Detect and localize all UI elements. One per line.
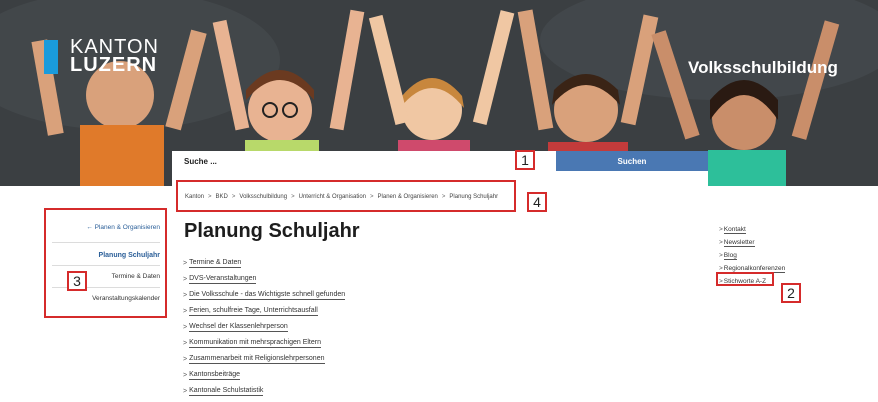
search-bar: Suche ... Suchen <box>172 151 708 171</box>
annotation-number-4: 4 <box>527 192 547 212</box>
search-button[interactable]: Suchen <box>556 151 708 171</box>
chevron-right-icon: > <box>183 387 188 395</box>
link-volksschule[interactable]: Die Volksschule - das Wichtigste schnell… <box>189 291 346 300</box>
chevron-right-icon: > <box>719 239 723 246</box>
list-item[interactable]: > Blog <box>719 249 785 262</box>
chevron-right-icon: > <box>183 275 188 283</box>
list-item[interactable]: > Kantonsbeiträge <box>183 367 345 383</box>
link-zusammenarbeit[interactable]: Zusammenarbeit mit Religionslehrpersonen <box>189 355 325 364</box>
list-item[interactable]: > Die Volksschule - das Wichtigste schnel… <box>183 287 346 303</box>
list-item[interactable]: > Termine & Daten <box>183 255 345 271</box>
list-item[interactable]: > Newsletter <box>719 236 785 249</box>
link-ferien[interactable]: Ferien, schulfreie Tage, Unterrichtsausf… <box>189 307 318 316</box>
annotation-box-stichworte <box>716 272 774 286</box>
logo-line2: LUZERN <box>70 54 158 76</box>
annotation-box-leftnav <box>44 208 167 318</box>
chevron-right-icon: > <box>719 252 723 259</box>
list-item[interactable]: > Kommunikation mit mehrsprachigen Eltern <box>183 335 345 351</box>
list-item[interactable]: > Ferien, schulfreie Tage, Unterrichtsaus… <box>183 303 345 319</box>
link-kantonsbeitraege[interactable]: Kantonsbeiträge <box>189 371 241 380</box>
annotation-number-3: 3 <box>67 271 87 291</box>
link-kontakt[interactable]: Kontakt <box>723 226 746 234</box>
list-item[interactable]: > Kontakt <box>719 223 785 236</box>
chevron-right-icon: > <box>183 371 188 379</box>
page-title: Planung Schuljahr <box>184 220 360 242</box>
list-item[interactable]: > Zusammenarbeit mit Religionslehrpersone… <box>183 351 345 367</box>
page: KANTON LUZERN Volksschulbildung Suche ..… <box>0 0 878 402</box>
annotation-box-breadcrumb <box>176 180 516 212</box>
chevron-right-icon: > <box>183 323 188 331</box>
content-link-list: > Termine & Daten > DVS-Veranstaltungen > D… <box>183 255 346 399</box>
link-termine[interactable]: Termine & Daten <box>189 259 242 268</box>
annotation-number-2: 2 <box>781 283 801 303</box>
annotation-number-1: 1 <box>515 150 535 170</box>
link-wechsel[interactable]: Wechsel der Klassenlehrperson <box>189 323 288 332</box>
link-dvs[interactable]: DVS-Veranstaltungen <box>189 275 257 284</box>
list-item[interactable]: > Kantonale Schulstatistik <box>183 383 345 399</box>
chevron-right-icon: > <box>183 355 188 363</box>
link-kommunikation[interactable]: Kommunikation mit mehrsprachigen Eltern <box>189 339 321 348</box>
search-input[interactable]: Suche ... <box>172 151 552 171</box>
link-schulstatistik[interactable]: Kantonale Schulstatistik <box>189 387 264 396</box>
chevron-right-icon: > <box>183 259 188 267</box>
chevron-right-icon: > <box>719 265 723 272</box>
link-blog[interactable]: Blog <box>723 252 737 260</box>
site-title: Volksschulbildung <box>688 58 838 77</box>
chevron-right-icon: > <box>183 291 188 299</box>
list-item[interactable]: > DVS-Veranstaltungen <box>183 271 345 287</box>
link-newsletter[interactable]: Newsletter <box>723 239 755 247</box>
kanton-luzern-logo[interactable]: KANTON LUZERN <box>44 37 159 76</box>
chevron-right-icon: > <box>183 307 188 315</box>
chevron-right-icon: > <box>183 339 188 347</box>
list-item[interactable]: > Wechsel der Klassenlehrperson <box>183 319 345 335</box>
chevron-right-icon: > <box>719 226 723 233</box>
logo-mark-icon <box>44 40 58 74</box>
